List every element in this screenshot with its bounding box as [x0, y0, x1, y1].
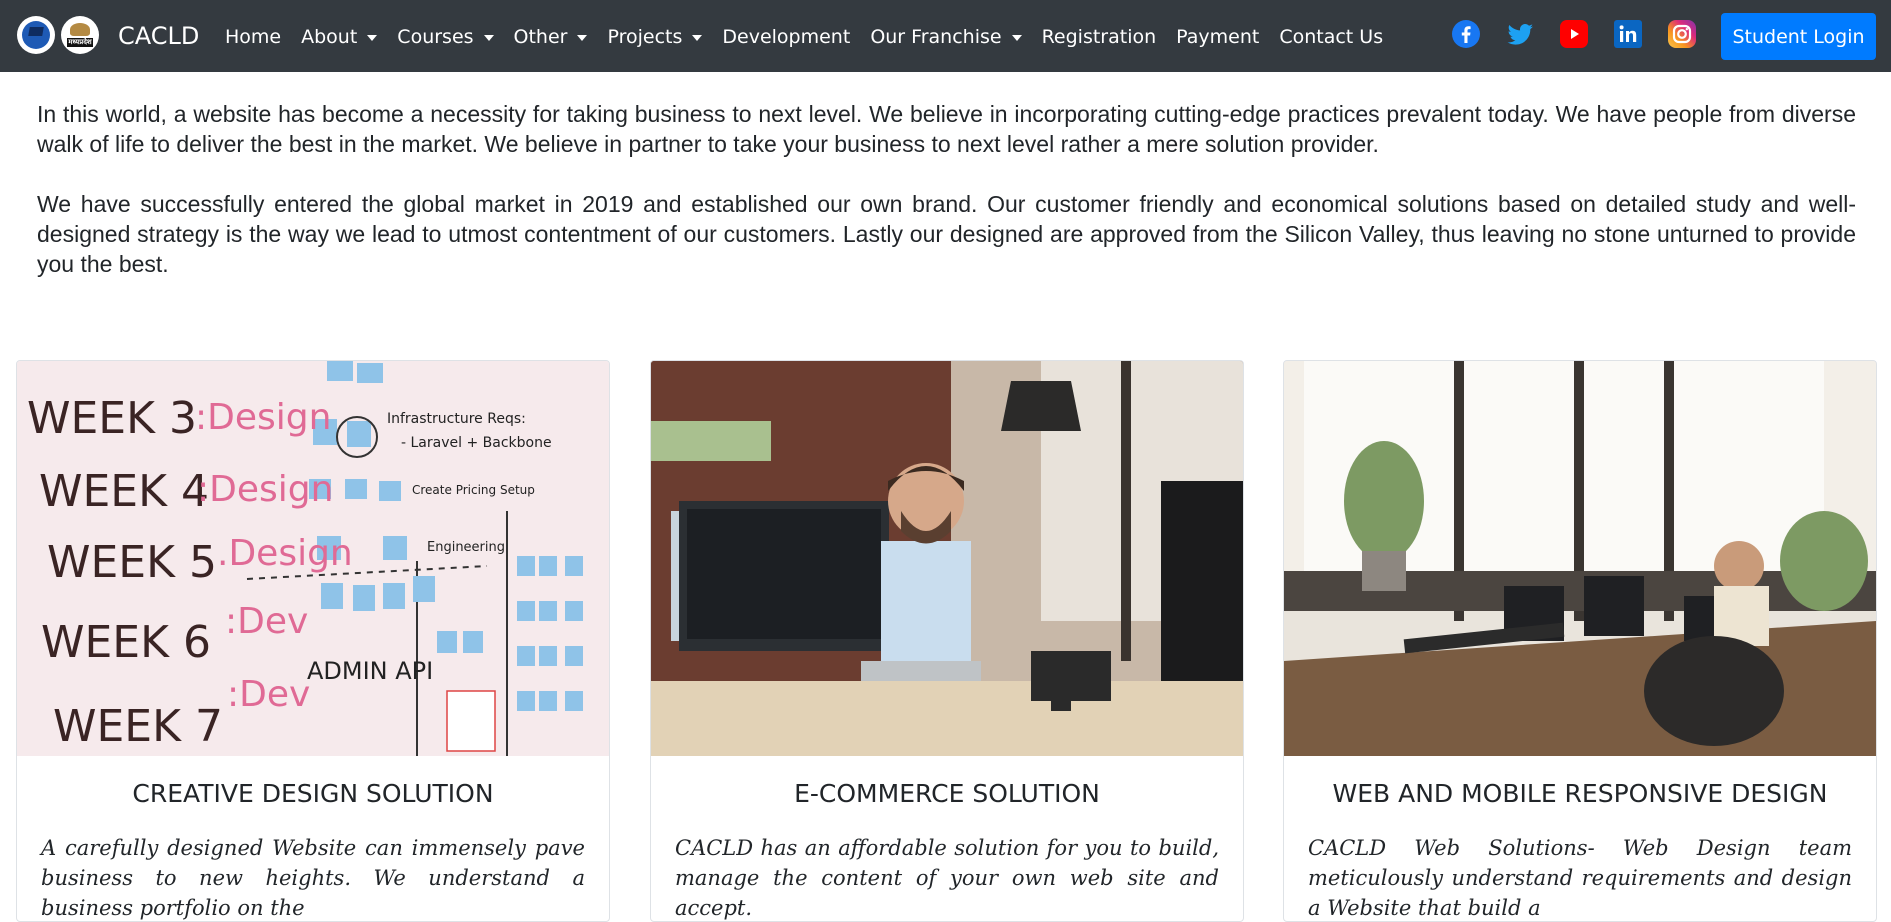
- intro-paragraph: We have successfully entered the global …: [37, 191, 1856, 277]
- card-image-whiteboard: WEEK 3 :Design WEEK 4 :Design WEEK 5 .De…: [17, 361, 609, 756]
- instagram-icon[interactable]: [1668, 20, 1696, 48]
- government-seal-logo[interactable]: मध्यप्रदेश: [61, 16, 99, 54]
- whiteboard-row-tag: :Design: [195, 397, 331, 438]
- whiteboard-note: Engineering: [427, 540, 505, 555]
- institute-logo[interactable]: [17, 16, 55, 54]
- nav-our-franchise[interactable]: Our Franchise: [870, 26, 1022, 48]
- intro-paragraph: In this world, a website has become a ne…: [37, 101, 1856, 157]
- card-title: CREATIVE DESIGN SOLUTION: [132, 779, 494, 808]
- whiteboard-row-tag: :Dev: [225, 601, 308, 642]
- top-navbar: मध्यप्रदेश CACLD Home About Courses Othe…: [0, 0, 1891, 72]
- brand-name[interactable]: CACLD: [118, 22, 199, 50]
- nav-menu: Home About Courses Other Projects Develo…: [225, 26, 1403, 48]
- card-text: CACLD Web Solutions- Web Design team met…: [1308, 836, 1852, 920]
- whiteboard-row-label: WEEK 5: [47, 537, 217, 588]
- nav-contact-us[interactable]: Contact Us: [1279, 26, 1383, 48]
- card-text: A carefully designed Website can immense…: [41, 836, 585, 920]
- whiteboard-row-tag: :Design: [197, 469, 333, 510]
- nav-courses[interactable]: Courses: [397, 26, 494, 48]
- whiteboard-note: Create Pricing Setup: [412, 483, 535, 497]
- facebook-icon[interactable]: [1452, 20, 1480, 48]
- whiteboard-note: Infrastructure Reqs:: [387, 411, 526, 427]
- card-image-office-desk: [1284, 361, 1876, 756]
- card-title: E-COMMERCE SOLUTION: [794, 779, 1100, 808]
- youtube-icon[interactable]: [1560, 20, 1588, 48]
- nav-about[interactable]: About: [301, 26, 378, 48]
- whiteboard-row-label: WEEK 4: [39, 466, 209, 517]
- caret-down-icon: [577, 35, 588, 41]
- service-card[interactable]: E-COMMERCE SOLUTION CACLD has an afforda…: [650, 360, 1244, 922]
- caret-down-icon: [1011, 35, 1022, 41]
- whiteboard-row-tag: .Design: [217, 533, 353, 574]
- nav-payment[interactable]: Payment: [1176, 26, 1259, 48]
- card-title: WEB AND MOBILE RESPONSIVE DESIGN: [1332, 779, 1828, 808]
- whiteboard-note: - Laravel + Backbone: [401, 435, 552, 451]
- nav-home[interactable]: Home: [225, 26, 281, 48]
- whiteboard-row-label: WEEK 7: [53, 701, 223, 752]
- whiteboard-row-tag: :Dev: [227, 674, 310, 715]
- nav-other[interactable]: Other: [514, 26, 588, 48]
- whiteboard-row-label: WEEK 6: [41, 617, 211, 668]
- card-image-office-worker: [651, 361, 1243, 756]
- caret-down-icon: [692, 35, 703, 41]
- nav-development[interactable]: Development: [722, 26, 850, 48]
- caret-down-icon: [367, 35, 378, 41]
- student-login-button[interactable]: Student Login: [1721, 13, 1876, 60]
- caret-down-icon: [483, 35, 494, 41]
- linkedin-icon[interactable]: [1614, 20, 1642, 48]
- social-links: [1452, 20, 1722, 48]
- service-card[interactable]: WEB AND MOBILE RESPONSIVE DESIGN CACLD W…: [1283, 360, 1877, 922]
- nav-projects[interactable]: Projects: [607, 26, 703, 48]
- nav-registration[interactable]: Registration: [1042, 26, 1157, 48]
- twitter-icon[interactable]: [1506, 20, 1534, 48]
- card-text: CACLD has an affordable solution for you…: [675, 836, 1219, 920]
- service-card[interactable]: WEEK 3 :Design WEEK 4 :Design WEEK 5 .De…: [16, 360, 610, 922]
- whiteboard-row-label: WEEK 3: [27, 393, 197, 444]
- whiteboard-note: ADMIN API: [307, 657, 433, 685]
- intro-section: In this world, a website has become a ne…: [37, 99, 1856, 309]
